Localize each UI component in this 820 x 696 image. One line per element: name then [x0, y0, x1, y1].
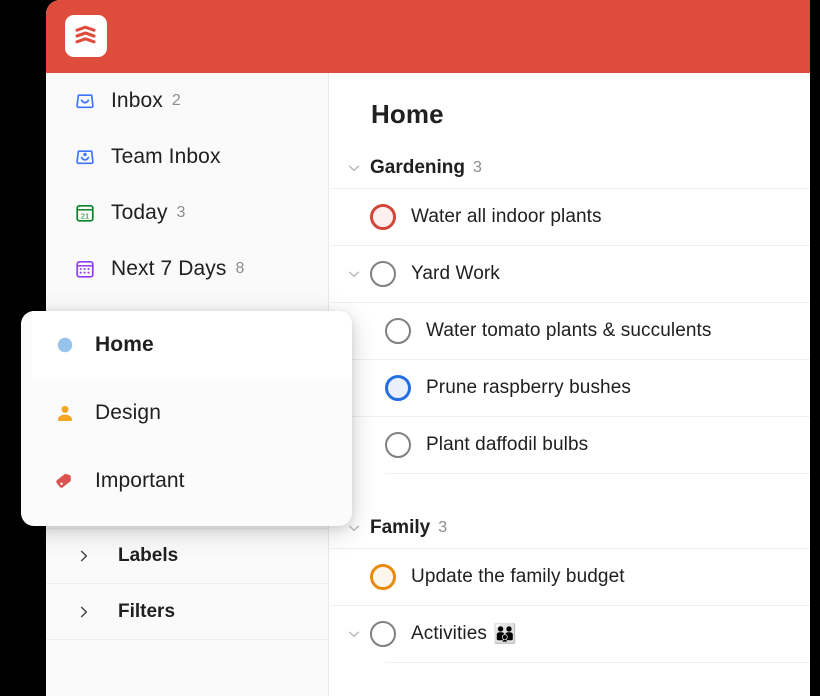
popup-item-design[interactable]: Design — [21, 379, 352, 447]
sidebar-item-inbox[interactable]: Inbox 2 — [46, 73, 328, 129]
task-text: Plant daffodil bulbs — [426, 434, 589, 455]
popup-item-home[interactable]: Home — [32, 311, 352, 379]
todoist-logo-icon[interactable] — [65, 15, 107, 57]
chevron-right-icon — [74, 605, 94, 619]
dot-icon — [53, 333, 77, 357]
task-row[interactable]: Prune raspberry bushes — [330, 359, 810, 416]
inbox-icon — [72, 88, 98, 114]
task-text: Water tomato plants & succulents — [426, 320, 712, 341]
task-row[interactable]: Update the family budget — [330, 548, 810, 605]
sidebar-collapsible-group: Labels Filters — [46, 528, 328, 640]
calendar-week-icon — [72, 256, 98, 282]
task-row[interactable]: Water all indoor plants — [330, 188, 810, 245]
task-row[interactable]: Plant daffodil bulbs — [330, 416, 810, 473]
chevron-down-icon[interactable] — [343, 161, 365, 175]
task-checkbox[interactable] — [370, 564, 396, 590]
sidebar-item-today[interactable]: 21 Today 3 — [46, 185, 328, 241]
svg-text:21: 21 — [81, 212, 89, 221]
tag-icon — [53, 469, 77, 493]
section-header-gardening[interactable]: Gardening 3 — [330, 148, 810, 188]
chevron-down-icon[interactable] — [343, 627, 365, 641]
popup-item-label: Home — [95, 333, 154, 356]
chevron-right-icon — [74, 549, 94, 563]
task-checkbox[interactable] — [370, 261, 396, 287]
task-text: Yard Work — [411, 263, 500, 284]
sidebar-item-label: Today — [111, 201, 168, 224]
task-text: Activities — [411, 623, 487, 644]
task-checkbox[interactable] — [385, 375, 411, 401]
popup-item-label: Design — [95, 401, 161, 424]
sidebar-collapsible-label: Labels — [118, 545, 179, 566]
task-checkbox[interactable] — [385, 432, 411, 458]
task-row[interactable]: Yard Work — [330, 245, 810, 302]
task-checkbox[interactable] — [370, 204, 396, 230]
sidebar-item-label: Next 7 Days — [111, 257, 227, 280]
person-icon — [53, 401, 77, 425]
sidebar-item-team-inbox[interactable]: Team Inbox — [46, 129, 328, 185]
sidebar-item-labels[interactable]: Labels — [46, 528, 328, 584]
task-row[interactable]: Activities 👪 — [330, 605, 810, 662]
task-divider — [385, 662, 810, 663]
task-emoji: 👪 — [492, 624, 517, 645]
chevron-down-icon[interactable] — [343, 267, 365, 281]
main-content: Home Gardening 3 Water all indoor plants Ya… — [330, 73, 810, 696]
app-header — [46, 0, 810, 73]
sidebar-item-label: Team Inbox — [111, 145, 221, 168]
section-title: Family — [370, 517, 431, 538]
task-text: Water all indoor plants — [411, 206, 602, 227]
popup-item-label: Important — [95, 469, 185, 492]
task-list: Gardening 3 Water all indoor plants Yard Wo… — [330, 148, 810, 663]
task-text: Prune raspberry bushes — [426, 377, 631, 398]
sidebar-item-filters[interactable]: Filters — [46, 584, 328, 640]
sidebar-collapsible-label: Filters — [118, 600, 176, 622]
screen: Inbox 2 Team Inbox 21 Today 3 Next 7 Day… — [0, 0, 820, 696]
task-text: Update the family budget — [411, 566, 625, 587]
sidebar-item-count: 8 — [235, 260, 245, 277]
project-selector-popup: Home Design Important — [21, 311, 352, 526]
team-inbox-icon — [72, 144, 98, 170]
sidebar-item-count: 3 — [176, 204, 186, 221]
section-title: Gardening — [370, 157, 466, 178]
calendar-today-icon: 21 — [72, 200, 98, 226]
section-count: 3 — [473, 159, 482, 176]
sidebar-item-count: 2 — [171, 92, 181, 109]
page-title: Home — [371, 99, 444, 129]
task-checkbox[interactable] — [385, 318, 411, 344]
section-count: 3 — [438, 519, 448, 536]
sidebar-item-label: Inbox — [111, 89, 163, 112]
task-checkbox[interactable] — [370, 621, 396, 647]
section-header-family[interactable]: Family 3 — [330, 508, 810, 548]
popup-item-important[interactable]: Important — [21, 447, 352, 515]
sidebar-item-next-7-days[interactable]: Next 7 Days 8 — [46, 241, 328, 297]
task-row[interactable]: Water tomato plants & succulents — [330, 302, 810, 359]
